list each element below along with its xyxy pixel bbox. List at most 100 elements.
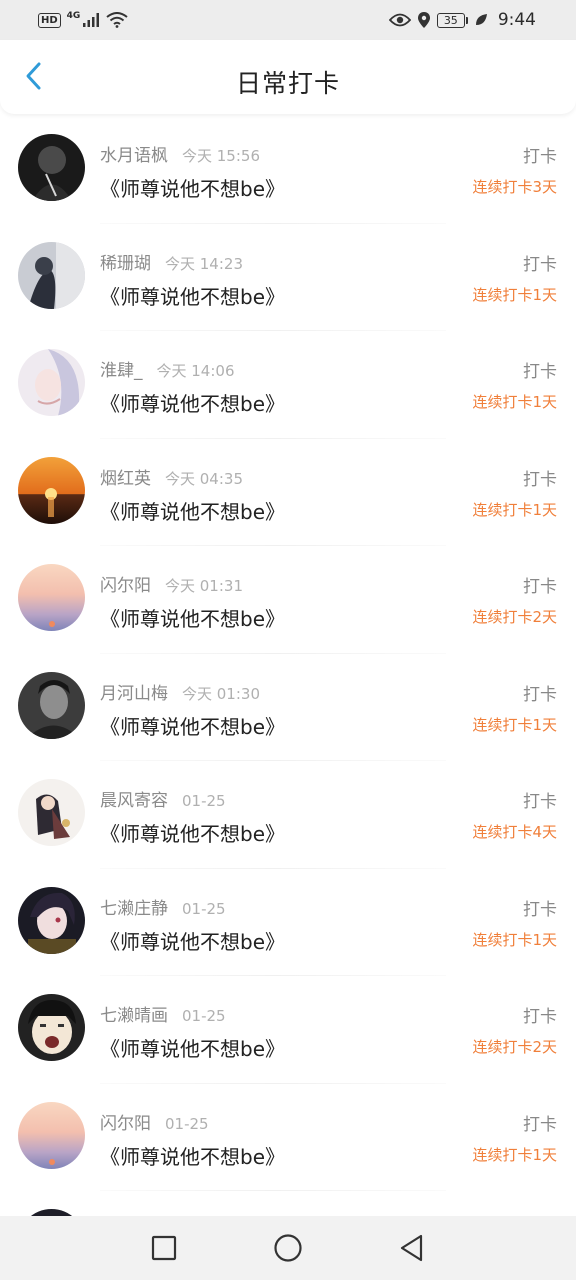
book-title[interactable]: 《师尊说他不想be》 xyxy=(100,1141,285,1170)
checkin-time: 01-25 xyxy=(182,1007,226,1025)
streak-label: 连续打卡1天 xyxy=(472,500,557,519)
book-title[interactable]: 《师尊说他不想be》 xyxy=(100,388,285,417)
triangle-back-icon xyxy=(400,1234,423,1262)
list-item[interactable]: 晨风寄容 01-25 《师尊说他不想be》 打卡 连续打卡4天 xyxy=(0,761,576,869)
checkin-button[interactable]: 打卡 xyxy=(523,1110,557,1135)
checkin-button[interactable]: 打卡 xyxy=(523,1002,557,1027)
username-text: 七濑庄静 xyxy=(100,898,168,919)
username-text: 稀珊瑚 xyxy=(100,253,151,274)
avatar[interactable] xyxy=(18,349,85,416)
avatar[interactable] xyxy=(18,1101,85,1169)
username: 烟红英 今天 04:35 xyxy=(100,464,243,489)
username-text: 晨风寄容 xyxy=(100,791,168,811)
square-icon xyxy=(151,1235,177,1261)
checkin-time: 01-25 xyxy=(165,1114,209,1133)
avatar[interactable] xyxy=(18,671,85,739)
checkin-button[interactable]: 打卡 xyxy=(523,465,557,490)
checkin-button[interactable]: 打卡 xyxy=(523,142,557,167)
username-text: 闪尔阳 xyxy=(100,1113,151,1134)
list-item[interactable]: 烟红英 今天 04:35 《师尊说他不想be》 打卡 连续打卡1天 xyxy=(0,439,576,546)
username: 月河山梅 今天 01:30 xyxy=(100,679,260,704)
list-item[interactable]: 七濑晴画 01-25 《师尊说他不想be》 打卡 连续打卡2天 xyxy=(0,976,576,1084)
avatar[interactable] xyxy=(18,564,85,631)
status-bar: HD 4G 35 9:44 xyxy=(0,0,576,40)
username-text: 月河山梅 xyxy=(100,683,168,704)
username: 稀珊瑚 今天 14:23 xyxy=(100,249,243,274)
list-item[interactable]: 闪尔阳 今天 01:31 《师尊说他不想be》 打卡 连续打卡2天 xyxy=(0,546,576,654)
checkin-time: 今天 01:30 xyxy=(182,684,260,703)
username-text: 淮肆_ xyxy=(100,361,143,381)
book-title[interactable]: 《师尊说他不想be》 xyxy=(100,818,285,847)
recents-button[interactable] xyxy=(146,1230,182,1266)
username-text: 水月语枫 xyxy=(100,146,168,166)
book-title[interactable]: 《师尊说他不想be》 xyxy=(100,1033,285,1062)
book-title[interactable]: 《师尊说他不想be》 xyxy=(100,926,285,955)
location-icon xyxy=(417,12,430,28)
checkin-button[interactable]: 打卡 xyxy=(523,357,557,382)
circle-icon xyxy=(274,1234,302,1262)
avatar[interactable] xyxy=(18,1209,85,1216)
battery-icon: 35 xyxy=(436,12,468,28)
list-item[interactable]: 闪尔阳 01-25 《师尊说他不想be》 打卡 连续打卡1天 xyxy=(0,1084,576,1191)
streak-label: 连续打卡2天 xyxy=(472,608,557,626)
book-title[interactable]: 《师尊说他不想be》 xyxy=(100,173,285,202)
streak-label: 连续打卡3天 xyxy=(472,178,557,196)
username-text: 烟红英 xyxy=(100,468,151,489)
checkin-button[interactable]: 打卡 xyxy=(523,787,557,812)
avatar[interactable] xyxy=(18,886,85,954)
checkin-button[interactable]: 打卡 xyxy=(523,572,557,597)
streak-label: 连续打卡1天 xyxy=(472,930,557,949)
username-text: 七濑晴画 xyxy=(100,1006,168,1026)
checkin-time: 01-25 xyxy=(182,899,226,918)
checkin-time: 01-25 xyxy=(182,792,226,810)
checkin-button[interactable]: 打卡 xyxy=(523,680,557,705)
leaf-icon xyxy=(475,14,487,25)
streak-label: 连续打卡1天 xyxy=(472,1145,557,1164)
username: 淮肆_ 今天 14:06 xyxy=(100,356,235,381)
system-nav-bar xyxy=(0,1216,576,1280)
avatar[interactable] xyxy=(18,994,85,1061)
book-title[interactable]: 《师尊说他不想be》 xyxy=(100,281,285,310)
streak-label: 连续打卡1天 xyxy=(472,393,557,411)
network-type: 4G xyxy=(66,11,81,21)
book-title[interactable]: 《师尊说他不想be》 xyxy=(100,603,285,632)
book-title[interactable]: 《师尊说他不想be》 xyxy=(100,496,285,525)
username: 七濑庄静 01-25 xyxy=(100,894,226,919)
streak-label: 连续打卡1天 xyxy=(472,285,557,304)
streak-label: 连续打卡4天 xyxy=(472,823,557,841)
hd-icon: HD xyxy=(38,12,61,28)
checkin-button[interactable]: 打卡 xyxy=(523,895,557,920)
checkin-time: 今天 14:23 xyxy=(165,254,243,273)
book-title[interactable]: 《师尊说他不想be》 xyxy=(100,711,285,740)
checkin-time: 今天 04:35 xyxy=(165,469,243,488)
list-item[interactable]: 水月语枫 今天 15:56 《师尊说他不想be》 打卡 连续打卡3天 xyxy=(0,116,576,224)
status-right: 35 9:44 xyxy=(388,10,536,30)
username: 晨风寄容 01-25 xyxy=(100,786,226,811)
home-button[interactable] xyxy=(270,1230,306,1266)
nav-back-button[interactable] xyxy=(394,1230,430,1266)
list-item[interactable]: 稀珊瑚 今天 14:23 《师尊说他不想be》 打卡 连续打卡1天 xyxy=(0,224,576,331)
list-item[interactable]: 月河山梅 今天 01:30 《师尊说他不想be》 打卡 连续打卡1天 xyxy=(0,654,576,761)
checkin-time: 今天 15:56 xyxy=(182,147,260,165)
username: 七濑晴画 01-25 xyxy=(100,1001,226,1026)
streak-label: 连续打卡1天 xyxy=(472,715,557,734)
list-item[interactable]: 七濑庄静 01-25 《师尊说他不想be》 打卡 连续打卡1天 xyxy=(0,869,576,976)
list-item[interactable] xyxy=(0,1191,576,1216)
checkin-button[interactable]: 打卡 xyxy=(523,250,557,275)
username: 闪尔阳 今天 01:31 xyxy=(100,571,243,596)
checkin-list: 水月语枫 今天 15:56 《师尊说他不想be》 打卡 连续打卡3天 稀珊瑚 今天 … xyxy=(0,116,576,1216)
page-title: 日常打卡 xyxy=(235,69,340,98)
avatar[interactable] xyxy=(18,134,85,201)
avatar[interactable] xyxy=(18,241,85,309)
username: 闪尔阳 01-25 xyxy=(100,1109,209,1134)
streak-label: 连续打卡2天 xyxy=(472,1038,557,1056)
status-left: HD 4G xyxy=(38,11,128,28)
list-item[interactable]: 淮肆_ 今天 14:06 《师尊说他不想be》 打卡 连续打卡1天 xyxy=(0,331,576,439)
username: 水月语枫 今天 15:56 xyxy=(100,141,260,166)
signal-icon xyxy=(83,13,100,27)
checkin-time: 今天 14:06 xyxy=(156,362,235,380)
wifi-icon xyxy=(106,12,128,28)
avatar[interactable] xyxy=(18,779,85,846)
app-header: 日常打卡 xyxy=(0,40,576,114)
avatar[interactable] xyxy=(18,456,85,524)
